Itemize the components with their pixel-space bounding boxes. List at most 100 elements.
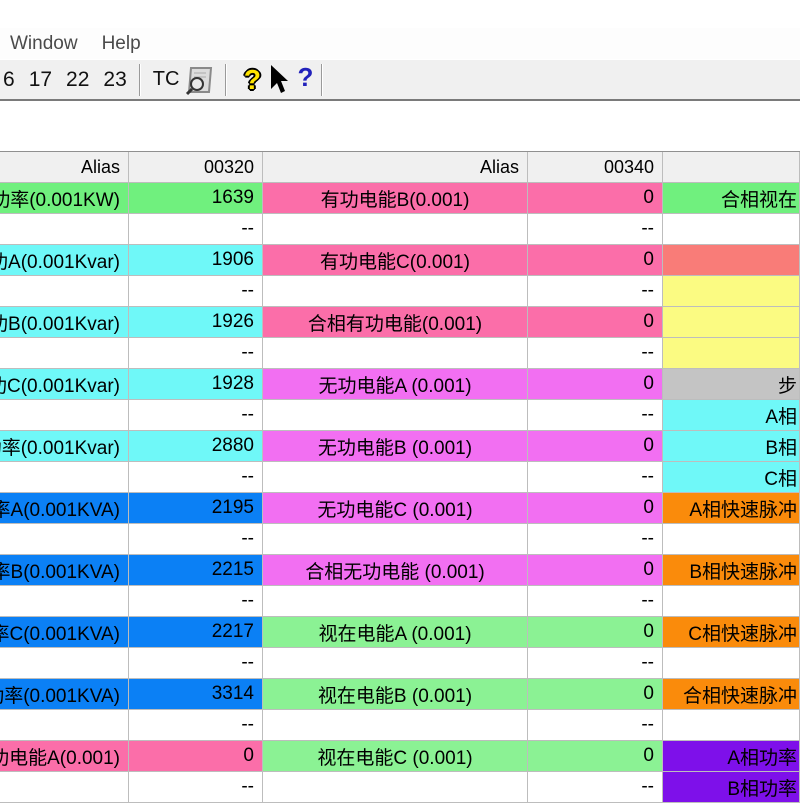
param-label-middle[interactable] (263, 276, 528, 307)
value-00320[interactable]: 1906 (129, 245, 263, 276)
param-label-right[interactable] (663, 214, 800, 245)
param-label-middle[interactable]: 无功电能A (0.001) (263, 369, 528, 400)
param-label-right[interactable]: A相快速脉冲 (663, 493, 800, 524)
value-00320[interactable]: -- (129, 710, 263, 741)
param-label-right[interactable]: C相 (663, 462, 800, 493)
value-00340[interactable]: -- (528, 400, 663, 431)
param-label-left[interactable]: 功率(0.001KW) (0, 183, 129, 214)
param-label-middle[interactable] (263, 338, 528, 369)
param-label-right[interactable] (663, 245, 800, 276)
value-00320[interactable]: -- (129, 524, 263, 555)
menu-item-help[interactable]: Help (102, 33, 141, 55)
param-label-left[interactable]: 功A(0.001Kvar) (0, 245, 129, 276)
param-label-right[interactable] (663, 338, 800, 369)
value-00320[interactable]: 2215 (129, 555, 263, 586)
param-label-right[interactable] (663, 276, 800, 307)
param-label-left[interactable] (0, 772, 129, 803)
param-label-right[interactable] (663, 524, 800, 555)
value-00340[interactable]: -- (528, 462, 663, 493)
param-label-left[interactable]: 率A(0.001KVA) (0, 493, 129, 524)
param-label-left[interactable]: 功电能A(0.001) (0, 741, 129, 772)
param-label-middle[interactable]: 无功电能B (0.001) (263, 431, 528, 462)
value-00320[interactable]: 1926 (129, 307, 263, 338)
param-label-middle[interactable]: 合相有功电能(0.001) (263, 307, 528, 338)
param-label-right[interactable]: A相功率 (663, 741, 800, 772)
value-00320[interactable]: 2195 (129, 493, 263, 524)
value-00340[interactable]: -- (528, 524, 663, 555)
param-label-left[interactable]: 功率(0.001Kvar) (0, 431, 129, 462)
param-label-left[interactable]: 率B(0.001KVA) (0, 555, 129, 586)
param-label-middle[interactable] (263, 772, 528, 803)
value-00340[interactable]: 0 (528, 245, 663, 276)
param-label-right[interactable]: B相功率 (663, 772, 800, 803)
value-00320[interactable]: -- (129, 586, 263, 617)
param-label-middle[interactable] (263, 586, 528, 617)
value-00340[interactable]: -- (528, 586, 663, 617)
value-00340[interactable]: -- (528, 772, 663, 803)
param-label-right[interactable] (663, 648, 800, 679)
value-00340[interactable]: -- (528, 710, 663, 741)
param-label-right[interactable] (663, 586, 800, 617)
value-00340[interactable]: 0 (528, 183, 663, 214)
value-00320[interactable]: -- (129, 400, 263, 431)
param-label-right[interactable]: B相 (663, 431, 800, 462)
param-label-right[interactable] (663, 710, 800, 741)
value-00340[interactable]: 0 (528, 369, 663, 400)
param-label-left[interactable]: 功率(0.001KVA) (0, 679, 129, 710)
param-label-left[interactable] (0, 214, 129, 245)
param-label-left[interactable]: 率C(0.001KVA) (0, 617, 129, 648)
toolbar-button-tc[interactable]: TC (149, 68, 184, 91)
param-label-middle[interactable]: 有功电能B(0.001) (263, 183, 528, 214)
param-label-middle[interactable] (263, 648, 528, 679)
zoom-document-icon[interactable] (183, 63, 217, 97)
param-label-left[interactable]: 功B(0.001Kvar) (0, 307, 129, 338)
context-help-icon[interactable]: ? (269, 62, 313, 97)
param-label-right[interactable]: B相快速脉冲 (663, 555, 800, 586)
param-label-left[interactable] (0, 276, 129, 307)
param-label-right[interactable]: C相快速脉冲 (663, 617, 800, 648)
toolbar-button-22[interactable]: 22 (66, 68, 89, 92)
value-00340[interactable]: -- (528, 214, 663, 245)
value-00320[interactable]: -- (129, 648, 263, 679)
param-label-middle[interactable]: 无功电能C (0.001) (263, 493, 528, 524)
param-label-right[interactable]: 合相快速脉冲 (663, 679, 800, 710)
param-label-left[interactable] (0, 400, 129, 431)
value-00320[interactable]: 2217 (129, 617, 263, 648)
value-00320[interactable]: 1639 (129, 183, 263, 214)
value-00320[interactable]: 0 (129, 741, 263, 772)
param-label-middle[interactable] (263, 400, 528, 431)
param-label-right[interactable]: A相 (663, 400, 800, 431)
value-00340[interactable]: 0 (528, 555, 663, 586)
value-00340[interactable]: 0 (528, 741, 663, 772)
value-00320[interactable]: 1928 (129, 369, 263, 400)
value-00320[interactable]: -- (129, 462, 263, 493)
value-00320[interactable]: -- (129, 214, 263, 245)
toolbar-button-23[interactable]: 23 (103, 68, 126, 92)
value-00320[interactable]: -- (129, 276, 263, 307)
param-label-middle[interactable]: 有功电能C(0.001) (263, 245, 528, 276)
param-label-left[interactable] (0, 462, 129, 493)
param-label-left[interactable] (0, 648, 129, 679)
param-label-middle[interactable] (263, 710, 528, 741)
value-00340[interactable]: 0 (528, 679, 663, 710)
param-label-middle[interactable]: 视在电能C (0.001) (263, 741, 528, 772)
param-label-left[interactable] (0, 710, 129, 741)
param-label-middle[interactable] (263, 462, 528, 493)
param-label-middle[interactable] (263, 524, 528, 555)
value-00340[interactable]: -- (528, 648, 663, 679)
param-label-right[interactable] (663, 307, 800, 338)
param-label-middle[interactable]: 合相无功电能 (0.001) (263, 555, 528, 586)
param-label-middle[interactable]: 视在电能A (0.001) (263, 617, 528, 648)
value-00340[interactable]: 0 (528, 617, 663, 648)
param-label-left[interactable] (0, 524, 129, 555)
value-00320[interactable]: 2880 (129, 431, 263, 462)
toolbar-button-17[interactable]: 17 (29, 68, 52, 92)
value-00340[interactable]: 0 (528, 431, 663, 462)
param-label-left[interactable]: 功C(0.001Kvar) (0, 369, 129, 400)
help-icon[interactable]: ? (235, 63, 269, 97)
value-00340[interactable]: 0 (528, 493, 663, 524)
toolbar-button-6[interactable]: 6 (3, 68, 15, 92)
param-label-middle[interactable] (263, 214, 528, 245)
param-label-middle[interactable]: 视在电能B (0.001) (263, 679, 528, 710)
value-00320[interactable]: -- (129, 338, 263, 369)
